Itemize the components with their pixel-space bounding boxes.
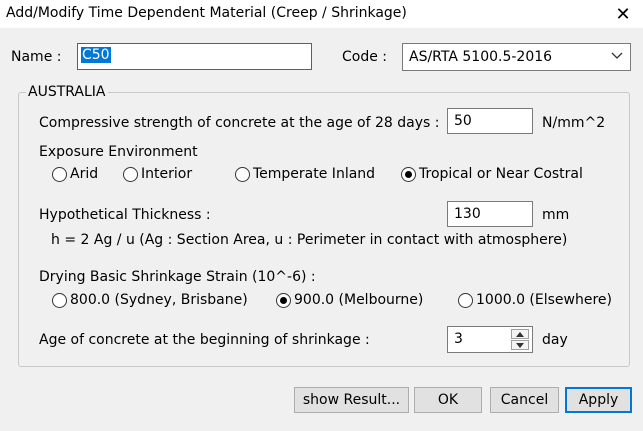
apply-button[interactable]: Apply [565,387,632,413]
window-title: Add/Modify Time Dependent Material (Cree… [6,5,407,21]
close-icon: ✕ [615,3,631,25]
exposure-radio-tropical[interactable]: Tropical or Near Costral [401,166,583,182]
australia-group [18,92,630,367]
code-selected-value: AS/RTA 5100.5-2016 [409,49,553,65]
drying-option-label: 800.0 (Sydney, Brisbane) [70,292,248,308]
name-input-value: C50 [81,47,111,63]
name-label: Name : [11,49,62,65]
age-label: Age of concrete at the beginning of shri… [39,332,370,348]
exposure-option-label: Arid [70,166,99,182]
code-label: Code : [342,49,388,65]
drying-radio-1000[interactable]: 1000.0 (Elsewhere) [458,292,612,308]
drying-radio-800[interactable]: 800.0 (Sydney, Brisbane) [52,292,248,308]
exposure-option-label: Interior [141,166,193,182]
exposure-label: Exposure Environment [39,144,198,160]
chevron-down-icon [611,52,623,59]
exposure-radio-temperate-inland[interactable]: Temperate Inland [235,166,375,182]
group-title: AUSTRALIA [26,84,108,100]
thickness-unit: mm [542,207,570,223]
spin-up-icon [516,331,524,337]
drying-label: Drying Basic Shrinkage Strain (10^-6) : [39,269,316,285]
spin-up-button[interactable] [511,329,529,339]
thickness-input[interactable]: 130 [447,201,533,227]
ok-button[interactable]: OK [414,387,482,413]
age-spinbox[interactable]: 3 [447,326,533,353]
close-button[interactable]: ✕ [603,0,643,28]
drying-option-label: 1000.0 (Elsewhere) [476,292,613,308]
thickness-label: Hypothetical Thickness : [39,207,211,223]
drying-option-label: 900.0 (Melbourne) [294,292,424,308]
radio-circle-selected [276,292,291,308]
age-unit: day [542,332,568,348]
spin-down-icon [516,342,524,348]
compressive-label: Compressive strength of concrete at the … [39,115,440,131]
age-value: 3 [454,331,463,347]
radio-circle-selected [401,166,416,182]
name-input[interactable]: C50 [77,43,312,70]
radio-circle [235,166,250,182]
thickness-value: 130 [454,206,481,222]
compressive-input[interactable]: 50 [447,108,533,134]
radio-circle [123,166,138,182]
exposure-option-label: Tropical or Near Costral [419,166,583,182]
cancel-button[interactable]: Cancel [490,387,559,413]
compressive-unit: N/mm^2 [542,115,606,131]
compressive-value: 50 [454,113,472,129]
spin-arrows [511,329,529,350]
radio-circle [52,166,67,182]
drying-radio-900[interactable]: 900.0 (Melbourne) [276,292,423,308]
exposure-option-label: Temperate Inland [253,166,376,182]
show-result-button[interactable]: show Result... [294,387,409,413]
code-combobox[interactable]: AS/RTA 5100.5-2016 [402,43,631,71]
radio-circle [458,292,473,308]
exposure-radio-arid[interactable]: Arid [52,166,98,182]
radio-circle [52,292,67,308]
title-bar: Add/Modify Time Dependent Material (Cree… [0,0,643,28]
spin-down-button[interactable] [511,340,529,350]
thickness-formula: h = 2 Ag / u (Ag : Section Area, u : Per… [51,232,568,248]
exposure-radio-interior[interactable]: Interior [123,166,192,182]
